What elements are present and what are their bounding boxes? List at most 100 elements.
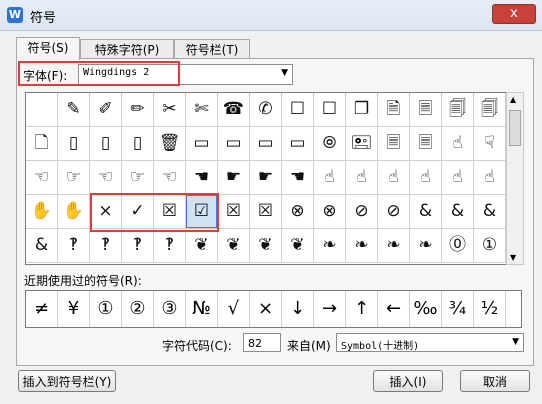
recent-symbols-list[interactable]: ≠ ¥ ① ② ③ № √ × ↓ → ↑ ← ‰ ¾ ½	[25, 290, 522, 328]
symbol-cell[interactable]: ☎	[218, 93, 250, 127]
scroll-down-icon[interactable]: ▼	[510, 253, 516, 262]
symbol-cell[interactable]: ✐	[90, 93, 122, 127]
symbol-cell[interactable]: ☝	[410, 161, 442, 195]
recent-symbol-cell[interactable]: →	[314, 291, 346, 327]
insert-button[interactable]: 插入(I)	[373, 370, 443, 392]
symbol-cell[interactable]: &	[442, 195, 474, 229]
cancel-button[interactable]: 取消	[460, 370, 530, 392]
symbol-cell[interactable]: ☝	[474, 161, 506, 195]
symbol-cell[interactable]: ☞	[122, 161, 154, 195]
symbol-cell[interactable]: &	[410, 195, 442, 229]
symbol-cell[interactable]: ☝	[378, 161, 410, 195]
symbol-cell[interactable]: ☝	[314, 161, 346, 195]
symbol-cell[interactable]: ☝	[346, 161, 378, 195]
symbol-cell[interactable]: ✆	[250, 93, 282, 127]
symbol-cell[interactable]: 🖭	[346, 127, 378, 161]
recent-symbol-cell[interactable]: ↑	[346, 291, 378, 327]
symbol-cell[interactable]: ☝	[442, 161, 474, 195]
recent-symbol-cell[interactable]: ½	[474, 291, 506, 327]
recent-symbol-cell[interactable]: ↓	[282, 291, 314, 327]
symbol-cell[interactable]: ☜	[154, 161, 186, 195]
symbol-cell[interactable]: 🗐	[442, 93, 474, 127]
symbol-cell[interactable]: ☞	[58, 161, 90, 195]
symbol-cell[interactable]: 🗏	[410, 93, 442, 127]
symbol-cell[interactable]: ‽	[122, 229, 154, 263]
symbol-cell[interactable]: ☐	[282, 93, 314, 127]
insert-to-symbol-bar-button[interactable]: 插入到符号栏(Y)	[18, 370, 116, 392]
symbol-cell[interactable]: ①	[474, 229, 506, 263]
symbol-cell[interactable]: ☒	[218, 195, 250, 229]
symbol-cell[interactable]: ✏	[122, 93, 154, 127]
scroll-up-icon[interactable]: ▲	[510, 95, 516, 104]
symbol-cell[interactable]: 🗏	[378, 127, 410, 161]
symbol-cell[interactable]: ▯	[122, 127, 154, 161]
symbol-cell[interactable]: ❧	[314, 229, 346, 263]
symbol-cell[interactable]: ☒	[250, 195, 282, 229]
symbol-cell[interactable]: 🗋	[26, 127, 58, 161]
symbol-cell[interactable]: ❦	[186, 229, 218, 263]
recent-symbol-cell[interactable]: ¥	[58, 291, 90, 327]
symbol-cell[interactable]: 🗐	[474, 93, 506, 127]
symbol-cell[interactable]	[26, 93, 58, 127]
symbol-cell[interactable]: &	[26, 229, 58, 263]
symbol-cell[interactable]: ❧	[378, 229, 410, 263]
symbol-cell[interactable]: ⓪	[442, 229, 474, 263]
symbol-cell[interactable]: ☜	[90, 161, 122, 195]
symbol-cell[interactable]: ▯	[58, 127, 90, 161]
symbol-cell[interactable]: ✋	[26, 195, 58, 229]
symbol-cell[interactable]: ⊘	[378, 195, 410, 229]
recent-symbol-cell[interactable]: ¾	[442, 291, 474, 327]
close-button[interactable]: x	[492, 4, 536, 24]
tab-symbols[interactable]: 符号(S)	[16, 37, 80, 60]
symbol-cell[interactable]: ☛	[250, 161, 282, 195]
recent-symbol-cell[interactable]: ←	[378, 291, 410, 327]
recent-symbol-cell[interactable]: ③	[154, 291, 186, 327]
symbol-cell[interactable]: 🗎	[378, 93, 410, 127]
symbol-cell[interactable]: ⊗	[314, 195, 346, 229]
symbol-cell[interactable]: ✎	[58, 93, 90, 127]
recent-symbol-cell[interactable]: ①	[90, 291, 122, 327]
symbol-cell[interactable]: ▭	[186, 127, 218, 161]
recent-symbol-cell[interactable]: ②	[122, 291, 154, 327]
char-code-input[interactable]: 82	[243, 333, 281, 352]
recent-symbol-cell[interactable]: ‰	[410, 291, 442, 327]
symbol-cell[interactable]: ▭	[218, 127, 250, 161]
symbol-cell[interactable]: ❐	[346, 93, 378, 127]
recent-symbol-cell[interactable]: ≠	[26, 291, 58, 327]
recent-symbol-cell[interactable]: ×	[250, 291, 282, 327]
symbol-grid[interactable]: ✎ ✐ ✏ ✂ ✄ ☎ ✆ ☐ ☐ ❐ 🗎 🗏 🗐 🗐 🗋 ▯ ▯ ▯ 🗑 ▭ ▭ ▭ ▭ ⦾ 🖭 🗏 🗏 ☝ ☟ ☜ ☞ ☜ ☞ ☜ ☚ ☛ ☛ ☚ ☝ ☝…	[25, 92, 507, 265]
symbol-cell[interactable]: ▭	[282, 127, 314, 161]
symbol-cell[interactable]: ‽	[58, 229, 90, 263]
symbol-cell[interactable]: ⦾	[314, 127, 346, 161]
symbol-cell[interactable]: ☐	[314, 93, 346, 127]
symbol-cell[interactable]: ☝	[442, 127, 474, 161]
recent-symbol-cell[interactable]: №	[186, 291, 218, 327]
symbol-cell[interactable]: ▭	[250, 127, 282, 161]
symbol-cell[interactable]: ☜	[26, 161, 58, 195]
symbol-cell[interactable]: ✄	[186, 93, 218, 127]
symbol-cell[interactable]: ⊘	[346, 195, 378, 229]
symbol-cell[interactable]: &	[474, 195, 506, 229]
symbol-cell[interactable]: ▯	[90, 127, 122, 161]
tab-symbol-bar[interactable]: 符号栏(T)	[174, 39, 250, 60]
symbol-cell[interactable]: 🗏	[410, 127, 442, 161]
symbol-cell[interactable]: ☚	[186, 161, 218, 195]
symbol-cell[interactable]: ❧	[410, 229, 442, 263]
symbol-cell[interactable]: ‽	[90, 229, 122, 263]
symbol-cell[interactable]: ☛	[218, 161, 250, 195]
symbol-cell[interactable]: ✂	[154, 93, 186, 127]
symbol-cell[interactable]: ❧	[346, 229, 378, 263]
symbol-cell[interactable]: ☟	[474, 127, 506, 161]
symbol-cell[interactable]: ⊗	[282, 195, 314, 229]
symbol-grid-scrollbar[interactable]: ▲ ▼	[506, 92, 524, 265]
symbol-cell[interactable]: ❦	[282, 229, 314, 263]
symbol-cell[interactable]: ‽	[154, 229, 186, 263]
scroll-thumb[interactable]	[509, 110, 521, 146]
symbol-cell[interactable]: ✋	[58, 195, 90, 229]
symbol-cell[interactable]: ❦	[250, 229, 282, 263]
recent-symbol-cell[interactable]: √	[218, 291, 250, 327]
symbol-cell[interactable]: 🗑	[154, 127, 186, 161]
from-select[interactable]: Symbol(十进制) ▼	[336, 333, 524, 352]
symbol-cell[interactable]: ❦	[218, 229, 250, 263]
tab-special-chars[interactable]: 特殊字符(P)	[80, 39, 174, 60]
